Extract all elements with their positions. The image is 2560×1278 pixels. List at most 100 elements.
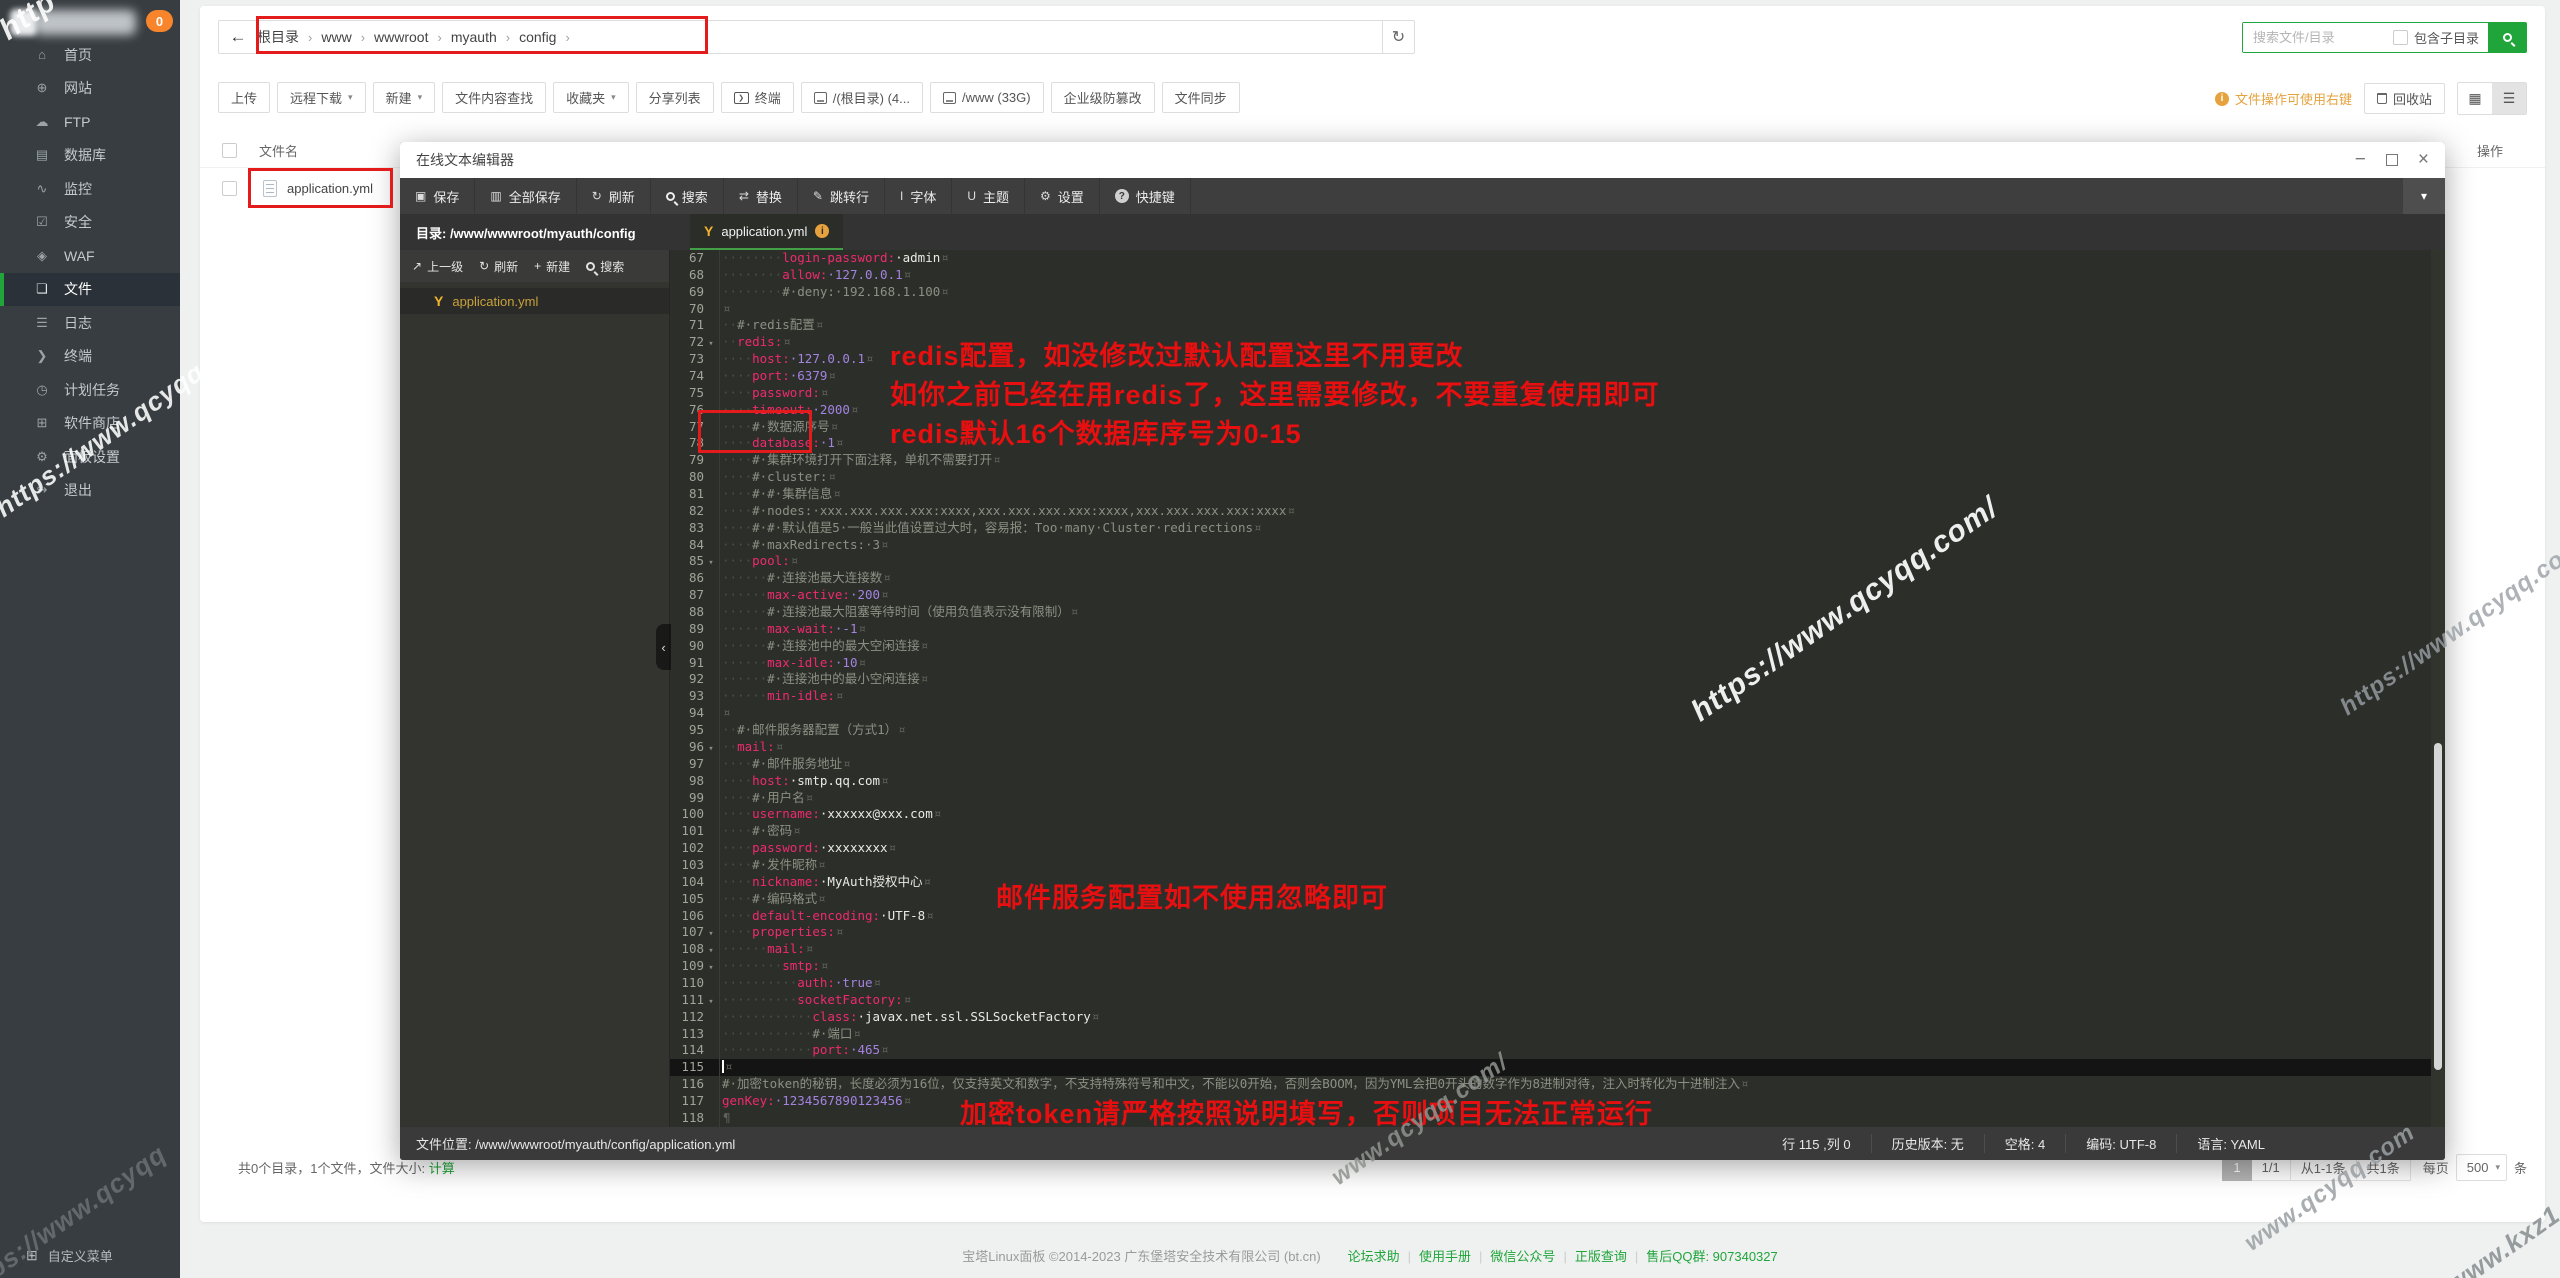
sidebar-item-custom-menu[interactable]: ⊞ 自定义菜单 — [26, 1246, 113, 1265]
list-view-button[interactable]: ☰ — [2492, 83, 2526, 114]
line-number: 74 — [688, 368, 704, 384]
minimize-icon[interactable]: − — [2355, 150, 2366, 169]
tab-application-yml[interactable]: Y application.yml i — [690, 214, 844, 250]
code-line-107: 107 ▾ ····properties:¤ — [670, 924, 2445, 941]
editor-search-button[interactable]: 搜索 — [651, 178, 724, 214]
sidebar-item-security[interactable]: ☑ 安全 — [0, 206, 180, 240]
favorites-button[interactable]: 收藏夹 ▾ — [553, 82, 629, 113]
replace-icon: ⇄ — [738, 189, 749, 203]
back-icon[interactable]: ← — [219, 27, 257, 47]
per-page-select[interactable]: 500 ▾ — [2455, 1154, 2507, 1181]
close-icon[interactable]: × — [2418, 149, 2429, 171]
line-end-marker: ¤ — [873, 974, 882, 990]
sidebar-item-logout[interactable]: ↪ 退出 — [0, 474, 180, 508]
breadcrumb-item[interactable]: www — [321, 29, 351, 45]
code-token: #·#·默认值是5·一般当此值设置过大时，容易报：Too·many·Cluste… — [752, 519, 1254, 535]
editor-scrollbar-track[interactable] — [2431, 250, 2445, 1127]
refresh-path-icon[interactable]: ↻ — [1382, 20, 1414, 54]
editor-settings-button[interactable]: ⚙ 设置 — [1025, 178, 1100, 214]
code-line-content: ····#·#·默认值是5·一般当此值设置过大时，容易报：Too·many·Cl… — [718, 520, 1262, 535]
code-line-content: ········smtp:¤ — [718, 958, 828, 973]
line-number: 105 — [681, 890, 704, 906]
sidebar-item-label: 软件商店 — [64, 415, 120, 432]
tree-search-button[interactable]: 搜索 — [586, 258, 624, 275]
editor-hotkeys-button[interactable]: ? 快捷键 — [1100, 178, 1191, 214]
tamper-proof-button[interactable]: 企业级防篡改 — [1050, 82, 1155, 113]
chevron-down-icon: ▾ — [2495, 1162, 2500, 1172]
tree-new-button[interactable]: + 新建 — [534, 258, 570, 275]
editor-refresh-button[interactable]: ↻ 刷新 — [577, 178, 651, 214]
sidebar-item-waf[interactable]: ◈ WAF — [0, 239, 180, 273]
sidebar-item-home[interactable]: ⌂ 首页 — [0, 38, 180, 72]
tree-refresh-button[interactable]: ↻ 刷新 — [479, 258, 518, 275]
line-end-marker: ¤ — [1741, 1076, 1749, 1092]
footer-link[interactable]: 微信公众号 — [1490, 1249, 1555, 1264]
editor-scrollbar-thumb[interactable] — [2434, 743, 2442, 1070]
recycle-bin-button[interactable]: 回收站 — [2363, 83, 2445, 114]
sidebar-item-monitor[interactable]: ∿ 监控 — [0, 172, 180, 206]
select-all-checkbox[interactable] — [222, 143, 237, 158]
file-sync-button[interactable]: 文件同步 — [1161, 82, 1240, 113]
code-token: #·#·集群信息 — [752, 486, 833, 502]
editor-save-all-button[interactable]: ▥ 全部保存 — [475, 178, 577, 214]
breadcrumb-item[interactable]: myauth — [451, 29, 497, 45]
tree-collapse-handle[interactable]: ‹ — [656, 624, 671, 670]
file-row-checkbox[interactable] — [222, 180, 237, 196]
editor-goto-line-button[interactable]: ✎ 跳转行 — [798, 178, 885, 214]
sidebar-item-panel-settings[interactable]: ⚙ 面板设置 — [0, 440, 180, 474]
footer-link[interactable]: 正版查询 — [1575, 1249, 1627, 1264]
indent-whitespace: ···· — [722, 469, 753, 485]
sidebar-item-database[interactable]: ▤ 数据库 — [0, 139, 180, 173]
sidebar-item-logs[interactable]: ☰ 日志 — [0, 306, 180, 340]
tree-item-application-yml[interactable]: Y application.yml — [400, 288, 669, 314]
terminal-button[interactable]: ❯ 终端 — [720, 82, 794, 113]
line-end-marker: ¤ — [835, 924, 844, 940]
tree-up-button[interactable]: ↗ 上一级 — [412, 258, 463, 275]
chevron-right-icon: › — [565, 29, 570, 45]
sidebar-item-appstore[interactable]: ⊞ 软件商店 — [0, 407, 180, 441]
code-token: ·true — [834, 974, 873, 990]
line-number: 93 — [688, 688, 704, 704]
editor-theme-button[interactable]: U 主题 — [952, 178, 1026, 214]
upload-button[interactable]: 上传 — [218, 82, 271, 113]
disk-www-button[interactable]: /www (33G) — [929, 82, 1044, 113]
line-end-marker: ¤ — [926, 907, 934, 923]
line-number: 91 — [688, 654, 704, 670]
line-end-marker: ¤ — [933, 806, 942, 822]
new-button[interactable]: 新建 ▾ — [372, 82, 436, 113]
editor-font-button[interactable]: I 字体 — [885, 178, 953, 214]
editor-statusbar: 文件位置: /www/wwwroot/myauth/config/applica… — [400, 1127, 2445, 1160]
remote-download-button[interactable]: 远程下载 ▾ — [277, 82, 366, 113]
code-token: #·连接池中的最大空闲连接 — [767, 637, 920, 653]
content-search-button[interactable]: 文件内容查找 — [442, 82, 547, 113]
statusbar-segments: 行 115 ,列 0 历史版本: 无空格: 4 编码: UTF-8 语言: YAML — [1762, 1134, 2285, 1153]
calculate-size-link[interactable]: 计算 — [429, 1161, 455, 1176]
search-input[interactable] — [2242, 23, 2393, 52]
editor-save-button[interactable]: ▣ 保存 — [400, 178, 476, 214]
sidebar-item-files[interactable]: ❏ 文件 — [0, 272, 180, 306]
sidebar-item-cron[interactable]: ◷ 计划任务 — [0, 373, 180, 407]
code-line-113: 113 ············#·端口¤ — [670, 1026, 2445, 1043]
footer-link[interactable]: 论坛求助 — [1348, 1249, 1400, 1264]
maximize-icon[interactable] — [2385, 154, 2398, 166]
include-subdir-toggle[interactable]: 包含子目录 — [2392, 23, 2488, 52]
file-name[interactable]: application.yml — [287, 181, 373, 196]
include-subdir-checkbox[interactable] — [2392, 30, 2408, 45]
sidebar-item-ftp[interactable]: ☁ FTP — [0, 105, 180, 139]
breadcrumb-item[interactable]: wwwroot — [374, 29, 428, 45]
breadcrumb-item[interactable]: 根目录 — [257, 27, 299, 47]
breadcrumb-item[interactable]: config — [519, 29, 556, 45]
footer-link[interactable]: 使用手册 — [1419, 1249, 1471, 1264]
grid-view-button[interactable]: ▦ — [2458, 83, 2492, 114]
search-button[interactable] — [2488, 23, 2526, 52]
editor-replace-button[interactable]: ⇄ 替换 — [724, 178, 798, 214]
toolbar-more-button[interactable]: ▾ — [2403, 178, 2445, 214]
address-bar[interactable]: ← 根目录 › www › wwwroot › myauth › config › ↻ — [218, 20, 1415, 54]
message-count-badge[interactable]: 0 — [146, 10, 173, 32]
sidebar-item-site[interactable]: ⊕ 网站 — [0, 72, 180, 106]
disk-root-button[interactable]: /(根目录) (4... — [800, 82, 923, 113]
sidebar-item-terminal[interactable]: ❯ 终端 — [0, 340, 180, 374]
share-list-button[interactable]: 分享列表 — [635, 82, 714, 113]
indent-whitespace: ·· — [722, 722, 738, 738]
footer-link[interactable]: 售后QQ群: 907340327 — [1646, 1249, 1778, 1264]
